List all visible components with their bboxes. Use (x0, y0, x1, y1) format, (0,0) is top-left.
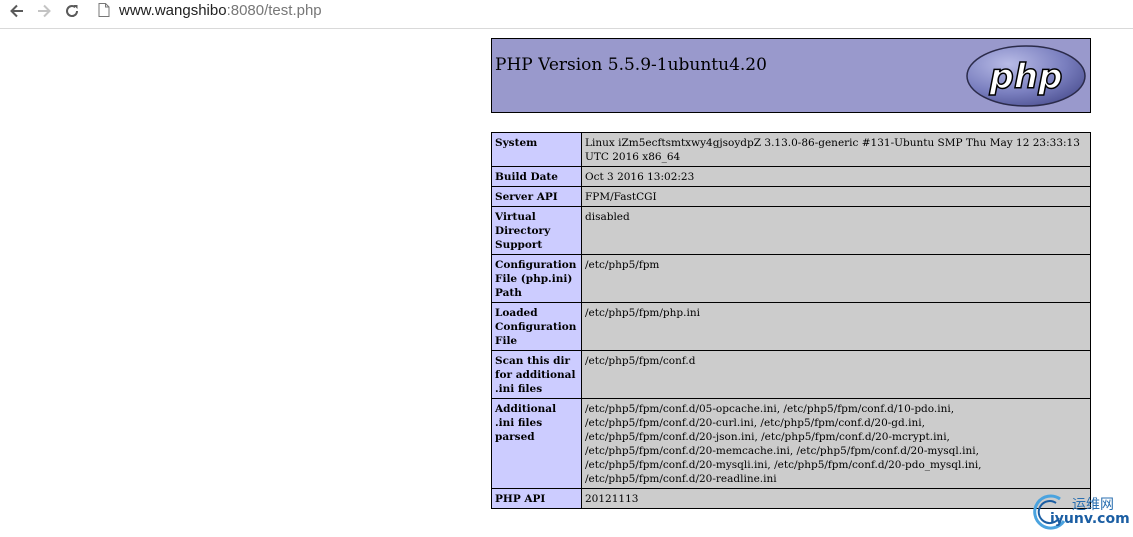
info-row: System Linux iZm5ecftsmtxwy4gjsoydpZ 3.13… (491, 132, 1091, 167)
watermark-en-text: iyunv.com (1050, 511, 1130, 527)
info-row: Configuration File (php.ini) Path/etc/ph… (491, 254, 1091, 303)
info-value: 20121113 (585, 493, 639, 505)
toolbar-divider (0, 28, 1133, 29)
info-value: Linux iZm5ecftsmtxwy4gjsoydpZ 3.13.0-86-… (585, 137, 1080, 163)
info-value: Oct 3 2016 13:02:23 (585, 171, 695, 183)
info-key: Scan this dir for additional .ini files (491, 350, 582, 399)
info-table: System Linux iZm5ecftsmtxwy4gjsoydpZ 3.13… (491, 132, 1091, 509)
info-key: Configuration File (php.ini) Path (491, 254, 582, 303)
info-row: Virtual Directory Support disabled (491, 206, 1091, 255)
info-value: /etc/php5/fpm (585, 259, 660, 271)
reload-icon (66, 5, 79, 17)
info-row: Loaded Configuration File/etc/php5/fpm/p… (491, 302, 1091, 351)
watermark: 运维网 iyunv.com (1030, 489, 1133, 537)
info-key: Build Date (491, 166, 582, 187)
phpinfo-page: PHP Version 5.5.9-1ubuntu4.20 php System… (491, 38, 1091, 509)
info-value-cell: disabled (581, 206, 1091, 255)
info-value-cell: FPM/FastCGI (581, 186, 1091, 207)
info-key: Virtual Directory Support (491, 206, 582, 255)
info-value-cell: /etc/php5/fpm/php.ini (581, 302, 1091, 351)
forward-button[interactable] (33, 0, 55, 22)
php-logo-icon: php (966, 45, 1086, 107)
info-value-cell: Oct 3 2016 13:02:23 (581, 166, 1091, 187)
reload-button[interactable] (61, 0, 83, 22)
info-row: PHP API 20121113 (491, 488, 1091, 509)
phpinfo-header: PHP Version 5.5.9-1ubuntu4.20 php (491, 38, 1091, 113)
forward-arrow-icon (38, 4, 51, 18)
info-value: disabled (585, 211, 630, 223)
info-value-cell: /etc/php5/fpm (581, 254, 1091, 303)
php-logo-text: php (989, 57, 1063, 97)
browser-toolbar: www.wangshibo:8080/test.php (0, 0, 1133, 23)
info-value-cell: 20121113 (581, 488, 1091, 509)
info-key: PHP API (491, 488, 582, 509)
info-row: Server API FPM/FastCGI (491, 186, 1091, 207)
info-value: /etc/php5/fpm/php.ini (585, 307, 700, 319)
info-value-cell: Linux iZm5ecftsmtxwy4gjsoydpZ 3.13.0-86-… (581, 132, 1091, 167)
info-row: Additional .ini files parsed/etc/php5/fp… (491, 398, 1091, 489)
info-value-cell: /etc/php5/fpm/conf.d/05-opcache.ini, /et… (581, 398, 1091, 489)
info-value: /etc/php5/fpm/conf.d (585, 355, 696, 367)
info-key: Additional .ini files parsed (491, 398, 582, 489)
info-row: Scan this dir for additional .ini files /… (491, 350, 1091, 399)
url-host: www.wangshibo (119, 2, 227, 19)
info-value-cell: /etc/php5/fpm/conf.d (581, 350, 1091, 399)
info-key: Loaded Configuration File (491, 302, 582, 351)
info-row: Build Date Oct 3 2016 13:02:23 (491, 166, 1091, 187)
address-bar[interactable]: www.wangshibo:8080/test.php (119, 2, 322, 20)
page-title: PHP Version 5.5.9-1ubuntu4.20 (495, 55, 767, 75)
back-arrow-icon (10, 4, 23, 18)
info-key: System (491, 132, 582, 167)
info-value: FPM/FastCGI (585, 191, 657, 203)
url-path: :8080/test.php (226, 2, 322, 19)
info-value: /etc/php5/fpm/conf.d/05-opcache.ini, /et… (585, 403, 982, 485)
page-icon (98, 3, 110, 17)
info-key: Server API (491, 186, 582, 207)
back-button[interactable] (6, 0, 28, 22)
